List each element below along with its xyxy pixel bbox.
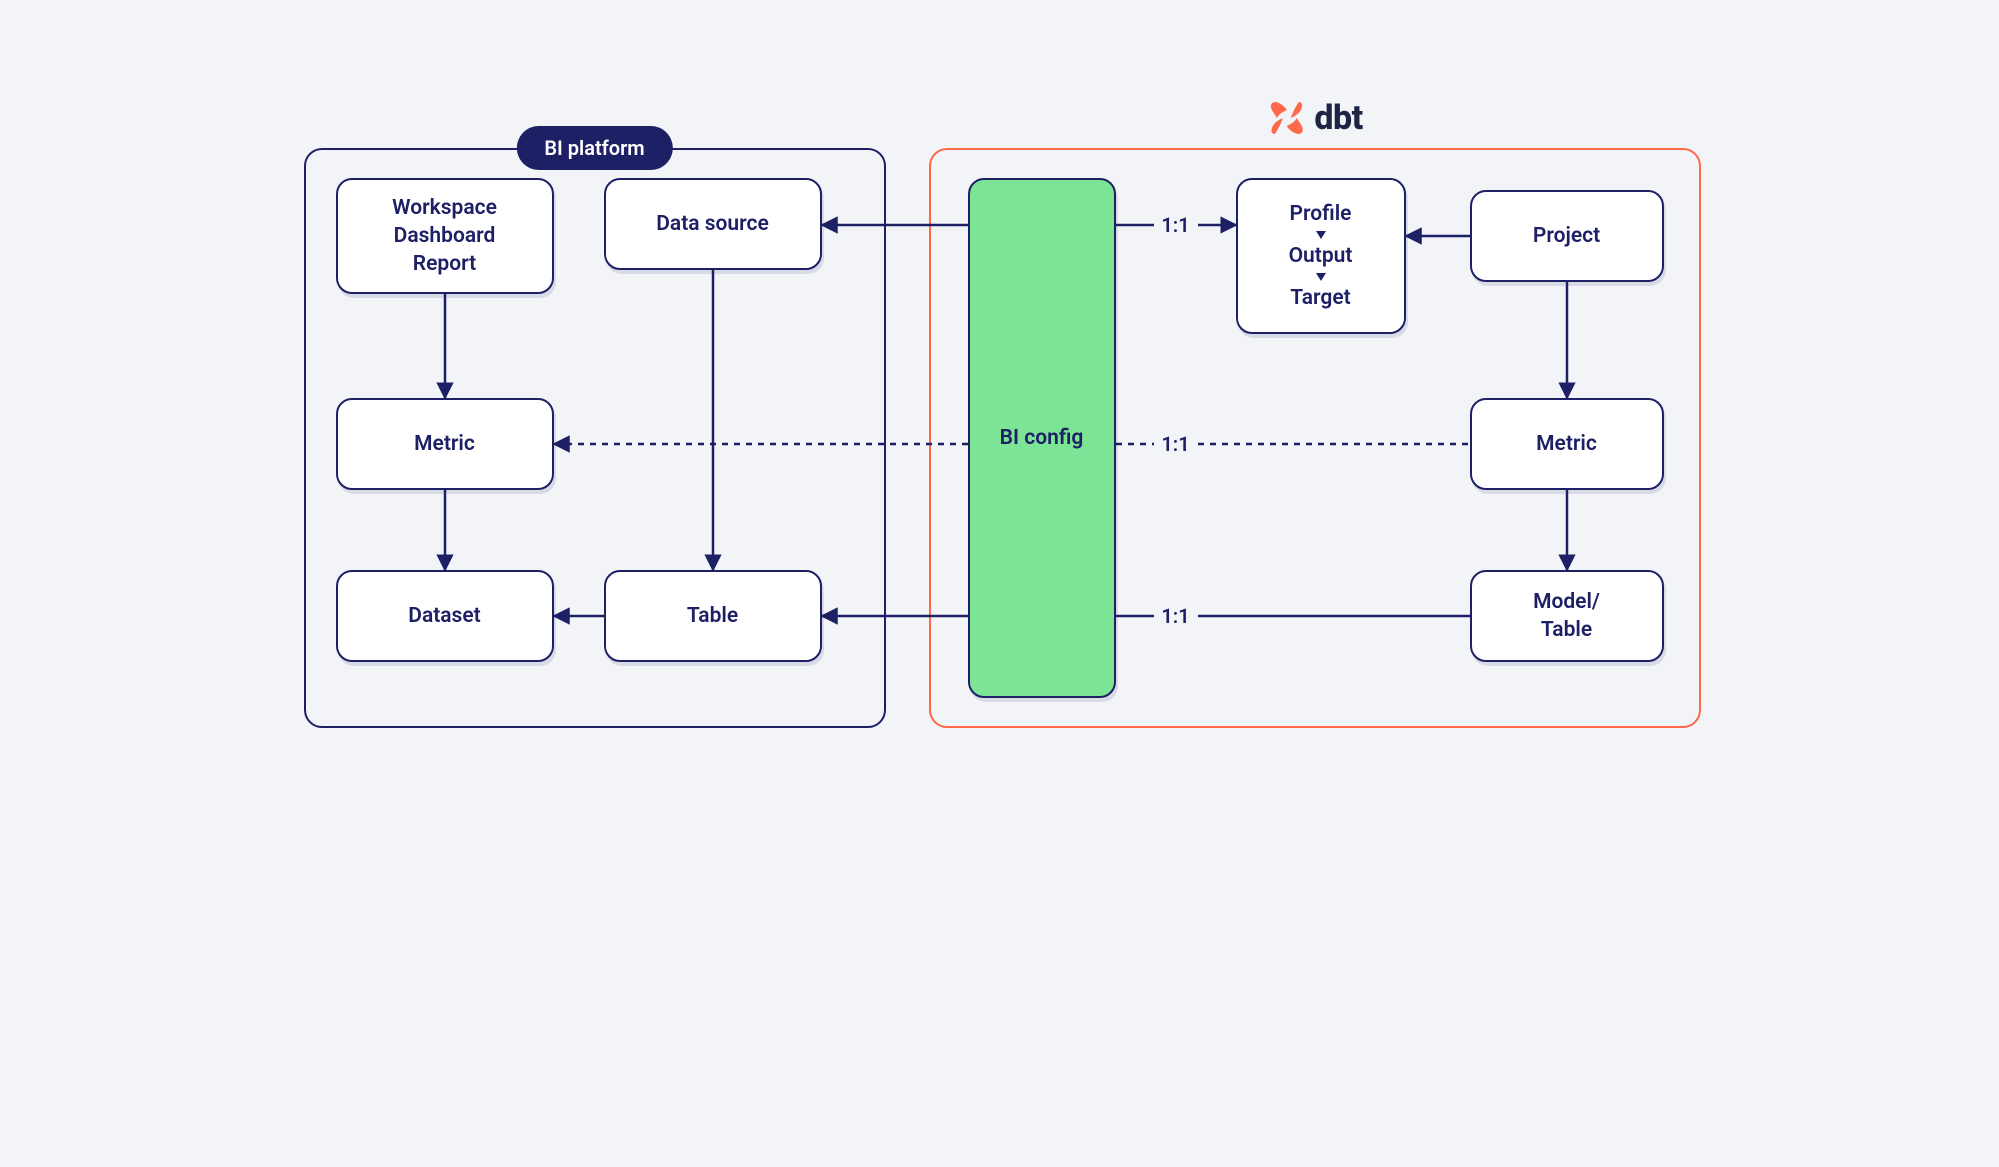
arrow-down-icon — [1316, 231, 1326, 239]
node-profile-line1: Profile — [1290, 201, 1352, 227]
node-data-source: Data source — [604, 178, 822, 270]
group-title-bi-platform: BI platform — [516, 126, 672, 170]
node-model-table-line2: Table — [1541, 617, 1592, 643]
node-model-table-line1: Model/ — [1533, 589, 1600, 615]
edge-label-model-1to1: 1:1 — [1161, 604, 1189, 628]
edge-label-profile-1to1: 1:1 — [1161, 213, 1189, 237]
diagram-stage: BI platform dbt Workspace Dashboard Repo… — [250, 0, 1750, 875]
arrow-down-icon — [1316, 273, 1326, 281]
node-workspace-dashboard-report: Workspace Dashboard Report — [336, 178, 554, 294]
dbt-logo: dbt — [1268, 98, 1362, 138]
node-dataset: Dataset — [336, 570, 554, 662]
node-profile-line3: Target — [1290, 285, 1350, 311]
node-table: Table — [604, 570, 822, 662]
node-metric-bi: Metric — [336, 398, 554, 490]
node-metric-dbt: Metric — [1470, 398, 1664, 490]
edge-label-metric-1to1: 1:1 — [1161, 432, 1189, 456]
node-bi-config: BI config — [968, 178, 1116, 698]
dbt-logo-icon — [1268, 100, 1304, 136]
node-model-table: Model/ Table — [1470, 570, 1664, 662]
node-workspace-line1: Workspace — [392, 195, 497, 221]
node-workspace-line3: Report — [413, 251, 476, 277]
node-workspace-line2: Dashboard — [394, 223, 496, 249]
node-project: Project — [1470, 190, 1664, 282]
node-profile-output-target: Profile Output Target — [1236, 178, 1406, 334]
dbt-logo-text: dbt — [1314, 98, 1362, 138]
node-profile-line2: Output — [1289, 243, 1353, 269]
